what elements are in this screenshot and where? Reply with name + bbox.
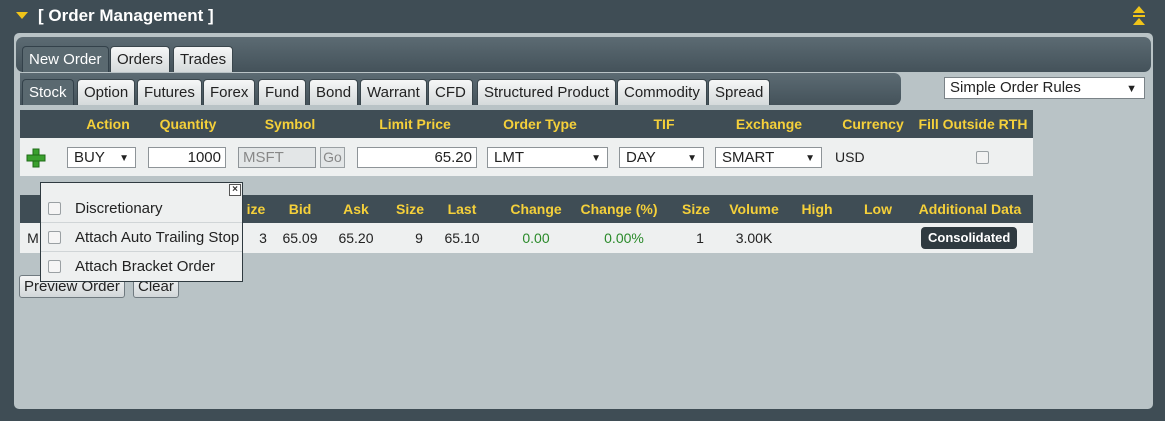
tif-select[interactable]: DAY ▼ xyxy=(619,147,704,168)
add-order-plus-icon[interactable] xyxy=(26,148,46,168)
header-change-pct: Change (%) xyxy=(580,201,658,217)
discretionary-checkbox[interactable] xyxy=(48,202,61,215)
option-label: Discretionary xyxy=(75,200,163,217)
header-ask-size: Size xyxy=(395,201,424,217)
cell-bid-size: 3 xyxy=(259,230,267,246)
exchange-value: SMART xyxy=(722,149,775,166)
tab-spread[interactable]: Spread xyxy=(708,79,771,105)
tab-stock[interactable]: Stock xyxy=(22,79,74,105)
order-rules-select[interactable]: Simple Order Rules ▼ xyxy=(944,77,1145,99)
cell-symbol-partial: M xyxy=(27,230,39,246)
exchange-select[interactable]: SMART ▼ xyxy=(715,147,822,168)
header-low: Low xyxy=(864,201,892,217)
order-rules-value: Simple Order Rules xyxy=(950,79,1081,96)
tab-trades[interactable]: Trades xyxy=(173,46,234,72)
option-discretionary[interactable]: Discretionary xyxy=(41,195,242,223)
tab-warrant[interactable]: Warrant xyxy=(360,79,427,105)
tab-fund[interactable]: Fund xyxy=(258,79,307,105)
tab-cfd[interactable]: CFD xyxy=(428,79,473,105)
tab-forex[interactable]: Forex xyxy=(203,79,256,105)
page-title: [ Order Management ] xyxy=(38,6,214,25)
cell-change-pct: 0.00% xyxy=(604,230,644,246)
symbol-input[interactable]: MSFT xyxy=(238,147,316,168)
order-entry-row: BUY ▼ 1000 MSFT Go 65.20 LMT ▼ DAY ▼ SMA… xyxy=(20,138,1033,176)
bracket-order-checkbox[interactable] xyxy=(48,260,61,273)
option-label: Attach Auto Trailing Stop xyxy=(75,229,240,246)
limit-price-input[interactable]: 65.20 xyxy=(357,147,477,168)
tab-orders[interactable]: Orders xyxy=(110,46,170,72)
tab-futures[interactable]: Futures xyxy=(137,79,202,105)
action-select[interactable]: BUY ▼ xyxy=(67,147,136,168)
header-quantity: Quantity xyxy=(159,116,217,132)
header-ask: Ask xyxy=(343,201,369,217)
header-currency: Currency xyxy=(842,116,904,132)
tab-structured-product[interactable]: Structured Product xyxy=(477,79,617,105)
header-fill-outside-rth: Fill Outside RTH xyxy=(918,116,1028,132)
header-exchange: Exchange xyxy=(735,116,803,132)
header-volume: Volume xyxy=(729,201,779,217)
dropdown-arrow-icon: ▼ xyxy=(119,153,129,164)
go-button[interactable]: Go xyxy=(320,147,345,168)
action-value: BUY xyxy=(74,149,105,166)
order-type-select[interactable]: LMT ▼ xyxy=(487,147,608,168)
dropdown-arrow-icon: ▼ xyxy=(1126,83,1137,95)
tab-new-order[interactable]: New Order xyxy=(22,46,109,72)
cell-last: 65.10 xyxy=(444,230,480,246)
cell-change: 0.00 xyxy=(522,230,550,246)
cell-high xyxy=(792,223,842,253)
order-options-popup: × Discretionary Attach Auto Trailing Sto… xyxy=(40,182,243,282)
header-bid-size: ize xyxy=(246,201,266,217)
header-symbol: Symbol xyxy=(264,116,316,132)
dropdown-arrow-icon: ▼ xyxy=(805,153,815,164)
tif-value: DAY xyxy=(626,149,656,166)
asset-class-tabs-bar: Stock Option Futures Forex Fund Bond War… xyxy=(20,73,901,105)
option-auto-trailing-stop[interactable]: Attach Auto Trailing Stop xyxy=(41,224,242,252)
dropdown-arrow-icon: ▼ xyxy=(687,153,697,164)
header-last: Last xyxy=(447,201,477,217)
collapse-up-icon[interactable] xyxy=(1132,5,1146,27)
cell-volume: 3.00K xyxy=(735,230,773,246)
header-last-size: Size xyxy=(681,201,710,217)
header-tif: TIF xyxy=(653,116,675,132)
option-label: Attach Bracket Order xyxy=(75,258,216,275)
order-type-value: LMT xyxy=(494,149,524,166)
currency-value: USD xyxy=(835,149,865,165)
collapse-triangle-icon[interactable] xyxy=(16,12,28,19)
consolidated-badge[interactable]: Consolidated xyxy=(921,227,1018,249)
dropdown-arrow-icon: ▼ xyxy=(591,153,601,164)
header-additional-data: Additional Data xyxy=(918,201,1022,217)
header-limit-price: Limit Price xyxy=(379,116,451,132)
header-bid: Bid xyxy=(288,201,312,217)
title-bar: [ Order Management ] xyxy=(0,0,1165,34)
option-bracket-order[interactable]: Attach Bracket Order xyxy=(41,253,242,281)
header-order-type: Order Type xyxy=(503,116,577,132)
fill-outside-rth-checkbox[interactable] xyxy=(976,151,989,164)
auto-trailing-stop-checkbox[interactable] xyxy=(48,231,61,244)
cell-ask-size: 9 xyxy=(415,230,423,246)
cell-last-size: 1 xyxy=(696,230,704,246)
quantity-input[interactable]: 1000 xyxy=(148,147,226,168)
tab-commodity[interactable]: Commodity xyxy=(617,79,707,105)
cell-low xyxy=(853,223,903,253)
cell-ask: 65.20 xyxy=(338,230,374,246)
tab-bond[interactable]: Bond xyxy=(309,79,359,105)
header-high: High xyxy=(801,201,833,217)
order-tabs-bar: New Order Orders Trades xyxy=(16,37,1151,72)
tab-option[interactable]: Option xyxy=(77,79,136,105)
header-action: Action xyxy=(86,116,130,132)
cell-bid: 65.09 xyxy=(282,230,318,246)
order-entry-header: Action Quantity Symbol Limit Price Order… xyxy=(20,110,1033,138)
header-change: Change xyxy=(510,201,562,217)
